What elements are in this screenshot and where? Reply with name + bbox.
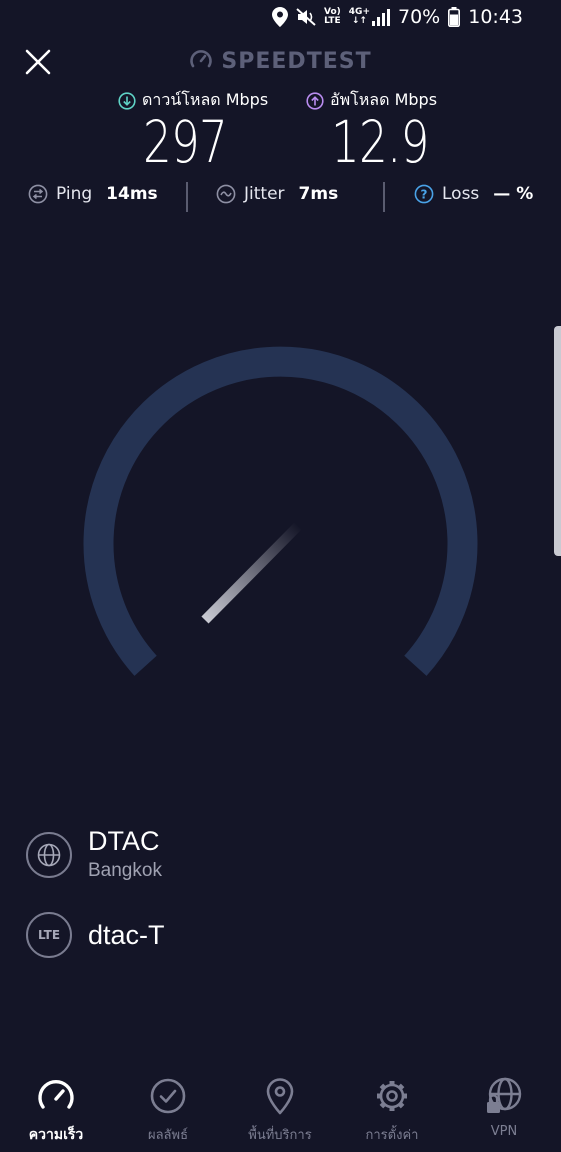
app-brand: SPEEDTEST: [0, 48, 561, 74]
ping-label: Ping: [56, 184, 93, 204]
nav-coverage-label: พื้นที่บริการ: [248, 1128, 312, 1143]
globe-lock-icon: [487, 1077, 522, 1113]
server-icon-badge: [26, 832, 72, 878]
network-indicator: 4G+ ↓↑: [349, 8, 390, 26]
bottom-navigation: ความเร็ว ผลลัพธ์ พื้นที่บริการ การตั้งค่…: [0, 1068, 561, 1152]
nav-settings-label: การตั้งค่า: [365, 1128, 419, 1143]
nav-vpn-label: VPN: [490, 1124, 518, 1139]
lte-text: LTE: [37, 928, 61, 942]
jitter-stat: Jitter 7ms: [216, 184, 338, 204]
speedometer-icon: [38, 1079, 74, 1109]
ping-value: 14ms: [106, 184, 158, 204]
help-circle-icon: ?: [414, 184, 434, 204]
nav-speed-label: ความเร็ว: [28, 1127, 84, 1143]
data-arrows-icon: ↓↑: [351, 16, 367, 26]
clock: 10:43: [468, 6, 523, 28]
check-circle-icon: [150, 1078, 186, 1114]
download-arrow-icon: [118, 91, 136, 110]
nav-coverage[interactable]: พื้นที่บริการ: [224, 1068, 336, 1152]
connection-type-badge: LTE: [26, 912, 72, 958]
scroll-handle[interactable]: [554, 326, 561, 556]
nav-vpn[interactable]: VPN: [448, 1068, 560, 1152]
server-location: Bangkok: [88, 860, 162, 881]
gauge-track: [83, 346, 478, 676]
volte-bottom-text: LTE: [324, 16, 341, 26]
speed-gauge: [83, 346, 478, 676]
ping-icon: [28, 184, 48, 204]
nav-speed[interactable]: ความเร็ว: [0, 1068, 112, 1152]
download-speed: 297: [143, 108, 228, 176]
volte-indicator: Vo) LTE: [324, 8, 341, 26]
stat-divider: [383, 182, 385, 212]
jitter-label: Jitter: [244, 184, 285, 204]
connection-name[interactable]: dtac-T: [88, 920, 165, 951]
jitter-value: 7ms: [298, 184, 339, 204]
battery-icon: [448, 7, 461, 27]
map-pin-icon: [266, 1078, 294, 1115]
ping-stat: Ping 14ms: [28, 184, 158, 204]
signal-icon: [372, 9, 390, 26]
gear-icon: [377, 1081, 407, 1111]
location-icon: [272, 7, 289, 27]
server-provider[interactable]: DTAC: [88, 826, 160, 857]
nav-settings[interactable]: การตั้งค่า: [336, 1068, 448, 1152]
globe-icon: [37, 843, 61, 867]
brand-name: SPEEDTEST: [221, 49, 372, 74]
svg-text:?: ?: [421, 188, 428, 202]
status-icons: Vo) LTE 4G+ ↓↑ 70% 10:43: [272, 6, 523, 28]
nav-results-label: ผลลัพธ์: [147, 1128, 189, 1143]
stat-divider: [186, 182, 188, 212]
speedtest-logo-icon: [190, 50, 213, 68]
upload-arrow-icon: [306, 91, 324, 110]
loss-value: — %: [493, 184, 534, 204]
gauge-needle: [201, 522, 302, 624]
jitter-icon: [216, 184, 236, 204]
battery-percent: 70%: [398, 6, 441, 28]
nav-results[interactable]: ผลลัพธ์: [112, 1068, 224, 1152]
loss-stat[interactable]: ? Loss — %: [414, 184, 533, 204]
upload-speed: 12.9: [331, 108, 429, 176]
loss-label: Loss: [442, 184, 480, 204]
mute-icon: [296, 8, 316, 26]
status-bar: Vo) LTE 4G+ ↓↑ 70% 10:43: [0, 0, 561, 38]
